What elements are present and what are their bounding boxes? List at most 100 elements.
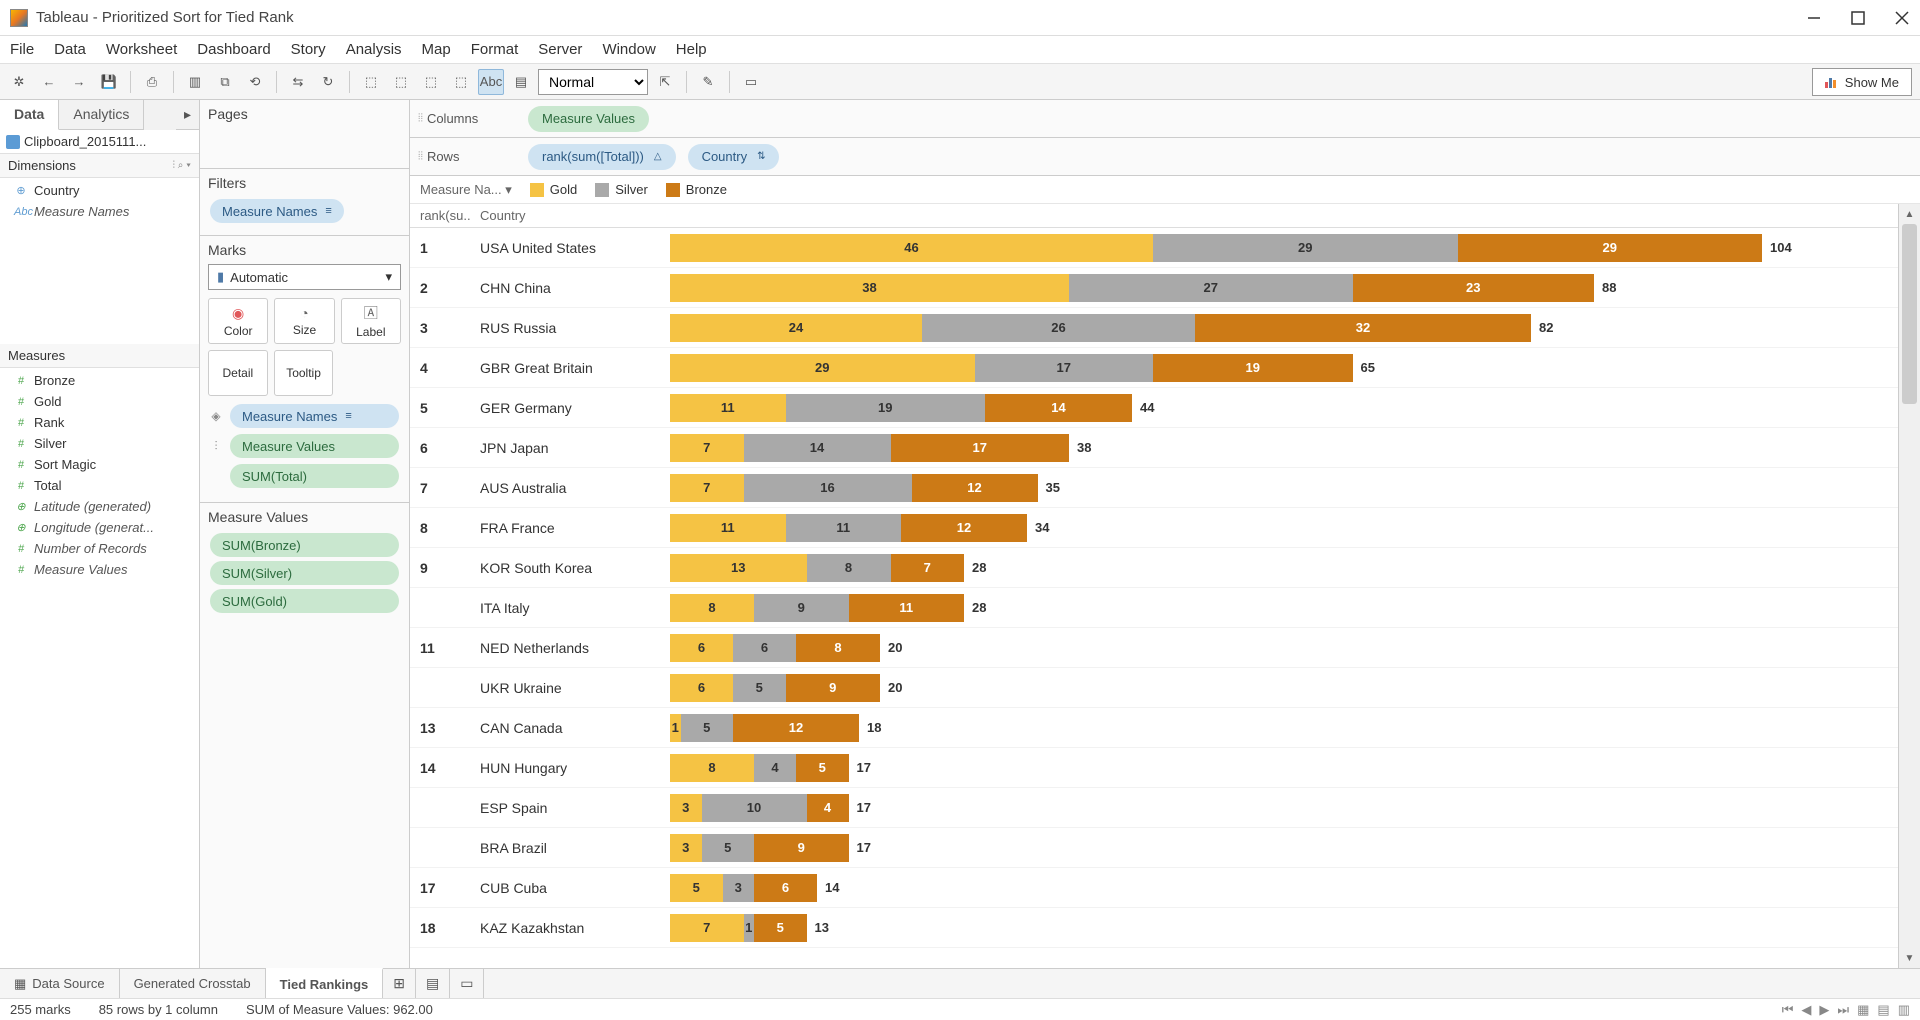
scroll-up-icon[interactable]: ▲ bbox=[1899, 204, 1920, 224]
maximize-icon[interactable] bbox=[1850, 10, 1866, 26]
tab-data-source[interactable]: ▦Data Source bbox=[0, 969, 120, 998]
measure-item[interactable]: ⊕Latitude (generated) bbox=[0, 496, 199, 517]
chart-row[interactable]: 11 NED Netherlands 66820 bbox=[410, 628, 1898, 668]
bar-segment-bronze[interactable]: 14 bbox=[985, 394, 1132, 422]
highlight-icon[interactable]: ✎ bbox=[695, 69, 721, 95]
tab-analytics[interactable]: Analytics bbox=[59, 100, 144, 130]
chart-row[interactable]: 3 RUS Russia 24263282 bbox=[410, 308, 1898, 348]
marks-type-dropdown[interactable]: ▮Automatic▾ bbox=[208, 264, 401, 290]
menu-window[interactable]: Window bbox=[602, 41, 655, 58]
bar-segment-silver[interactable]: 29 bbox=[1153, 234, 1458, 262]
menu-dashboard[interactable]: Dashboard bbox=[197, 41, 270, 58]
bar-segment-bronze[interactable]: 32 bbox=[1195, 314, 1531, 342]
measure-values-pill[interactable]: SUM(Silver) bbox=[210, 561, 399, 585]
bar-segment-gold[interactable]: 7 bbox=[670, 474, 744, 502]
bar-segment-bronze[interactable]: 19 bbox=[1153, 354, 1353, 382]
chart-row[interactable]: BRA Brazil 35917 bbox=[410, 828, 1898, 868]
chart-row[interactable]: 17 CUB Cuba 53614 bbox=[410, 868, 1898, 908]
bar-segment-gold[interactable]: 8 bbox=[670, 754, 754, 782]
rows-pill-rank[interactable]: rank(sum([Total]))△ bbox=[528, 144, 676, 170]
bar-segment-silver[interactable]: 16 bbox=[744, 474, 912, 502]
chart-row[interactable]: 14 HUN Hungary 84517 bbox=[410, 748, 1898, 788]
view-list-icon[interactable]: ▥ bbox=[1898, 1002, 1910, 1018]
bar-segment-bronze[interactable]: 5 bbox=[754, 914, 807, 942]
measure-item[interactable]: #Silver bbox=[0, 433, 199, 454]
nav-next-icon[interactable]: ▶ bbox=[1819, 1002, 1829, 1018]
chart-row[interactable]: 2 CHN China 38272388 bbox=[410, 268, 1898, 308]
chart-body[interactable]: 1 USA United States 4629291042 CHN China… bbox=[410, 228, 1898, 968]
chart-row[interactable]: 13 CAN Canada 151218 bbox=[410, 708, 1898, 748]
present-icon[interactable]: ▤ bbox=[508, 69, 534, 95]
bar-segment-gold[interactable]: 3 bbox=[670, 794, 702, 822]
bar-segment-bronze[interactable]: 17 bbox=[891, 434, 1070, 462]
chart-row[interactable]: 8 FRA France 11111234 bbox=[410, 508, 1898, 548]
bar-segment-silver[interactable]: 9 bbox=[754, 594, 849, 622]
close-icon[interactable] bbox=[1894, 10, 1910, 26]
bar-segment-bronze[interactable]: 29 bbox=[1458, 234, 1763, 262]
bar-segment-silver[interactable]: 5 bbox=[681, 714, 734, 742]
bar-segment-silver[interactable]: 5 bbox=[733, 674, 786, 702]
columns-pill-measure-values[interactable]: Measure Values bbox=[528, 106, 649, 132]
bar-segment-gold[interactable]: 8 bbox=[670, 594, 754, 622]
tab-generated-crosstab[interactable]: Generated Crosstab bbox=[120, 969, 266, 998]
bar-segment-bronze[interactable]: 6 bbox=[754, 874, 817, 902]
bar-segment-silver[interactable]: 14 bbox=[744, 434, 891, 462]
sort-desc-icon[interactable]: ⬚ bbox=[388, 69, 414, 95]
menu-worksheet[interactable]: Worksheet bbox=[106, 41, 177, 58]
marks-pill[interactable]: Measure Names ≡ bbox=[230, 404, 399, 428]
bar-segment-bronze[interactable]: 7 bbox=[891, 554, 965, 582]
chart-row[interactable]: 18 KAZ Kazakhstan 71513 bbox=[410, 908, 1898, 948]
bar-segment-silver[interactable]: 5 bbox=[702, 834, 755, 862]
nav-last-icon[interactable]: ⏭ bbox=[1837, 1002, 1849, 1018]
bar-segment-silver[interactable]: 1 bbox=[744, 914, 755, 942]
pin-icon[interactable]: ⇱ bbox=[652, 69, 678, 95]
marks-pill[interactable]: SUM(Total) bbox=[230, 464, 399, 488]
chart-row[interactable]: 5 GER Germany 11191444 bbox=[410, 388, 1898, 428]
bar-segment-bronze[interactable]: 4 bbox=[807, 794, 849, 822]
measure-item[interactable]: #Sort Magic bbox=[0, 454, 199, 475]
bar-segment-bronze[interactable]: 9 bbox=[754, 834, 849, 862]
new-datasource-icon[interactable]: ⎙ bbox=[139, 69, 165, 95]
bar-segment-silver[interactable]: 27 bbox=[1069, 274, 1353, 302]
bar-segment-bronze[interactable]: 12 bbox=[733, 714, 859, 742]
bar-segment-bronze[interactable]: 5 bbox=[796, 754, 849, 782]
menu-file[interactable]: File bbox=[10, 41, 34, 58]
bar-segment-gold[interactable]: 13 bbox=[670, 554, 807, 582]
filter-pill-measure-names[interactable]: Measure Names≡ bbox=[210, 199, 344, 223]
menu-map[interactable]: Map bbox=[422, 41, 451, 58]
measure-item[interactable]: #Rank bbox=[0, 412, 199, 433]
bar-segment-bronze[interactable]: 9 bbox=[786, 674, 881, 702]
scroll-thumb[interactable] bbox=[1902, 224, 1917, 404]
bar-segment-gold[interactable]: 7 bbox=[670, 434, 744, 462]
bar-segment-bronze[interactable]: 23 bbox=[1353, 274, 1595, 302]
marks-size-button[interactable]: ◔Size bbox=[274, 298, 334, 344]
tab-tied-rankings[interactable]: Tied Rankings bbox=[266, 968, 384, 998]
new-worksheet-icon[interactable]: ▥ bbox=[182, 69, 208, 95]
chart-row[interactable]: UKR Ukraine 65920 bbox=[410, 668, 1898, 708]
scroll-down-icon[interactable]: ▼ bbox=[1899, 948, 1920, 968]
bar-segment-bronze[interactable]: 11 bbox=[849, 594, 965, 622]
measure-values-pill[interactable]: SUM(Bronze) bbox=[210, 533, 399, 557]
collapse-pane-icon[interactable]: ▸ bbox=[176, 100, 199, 130]
menu-server[interactable]: Server bbox=[538, 41, 582, 58]
presentation-icon[interactable]: ▭ bbox=[738, 69, 764, 95]
bar-segment-silver[interactable]: 8 bbox=[807, 554, 891, 582]
rows-shelf[interactable]: ⦙⦙Rows rank(sum([Total]))△ Country⇅ bbox=[410, 138, 1920, 176]
bar-segment-gold[interactable]: 29 bbox=[670, 354, 975, 382]
nav-first-icon[interactable]: ⏮ bbox=[1782, 1002, 1794, 1018]
bar-segment-gold[interactable]: 11 bbox=[670, 394, 786, 422]
marks-label-button[interactable]: 🄰Label bbox=[341, 298, 401, 344]
measure-item[interactable]: #Number of Records bbox=[0, 538, 199, 559]
menu-format[interactable]: Format bbox=[471, 41, 519, 58]
bar-segment-silver[interactable]: 26 bbox=[922, 314, 1195, 342]
bar-segment-gold[interactable]: 46 bbox=[670, 234, 1153, 262]
bar-segment-silver[interactable]: 17 bbox=[975, 354, 1154, 382]
chart-row[interactable]: 4 GBR Great Britain 29171965 bbox=[410, 348, 1898, 388]
bar-segment-gold[interactable]: 11 bbox=[670, 514, 786, 542]
back-icon[interactable]: ← bbox=[36, 69, 62, 95]
marks-detail-button[interactable]: Detail bbox=[208, 350, 268, 396]
view-tabs-icon[interactable]: ▦ bbox=[1857, 1002, 1869, 1018]
marks-pill[interactable]: Measure Values bbox=[230, 434, 399, 458]
bar-segment-silver[interactable]: 4 bbox=[754, 754, 796, 782]
datasource-row[interactable]: Clipboard_2015111... bbox=[0, 130, 199, 154]
